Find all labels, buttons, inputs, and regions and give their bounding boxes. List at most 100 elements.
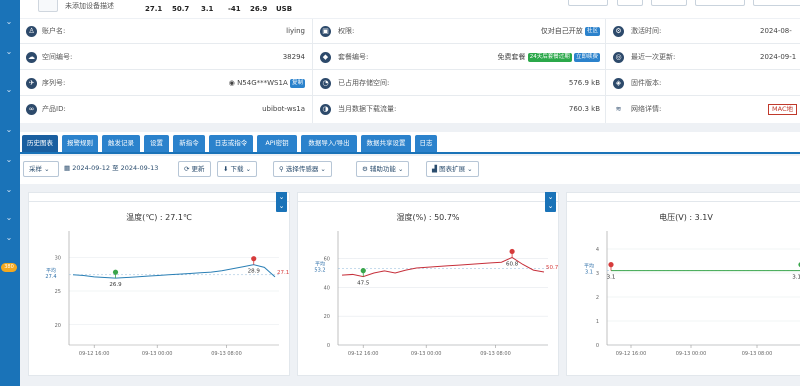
y-tick-label: 4 xyxy=(596,247,599,253)
info-value: 2024-09-1 xyxy=(760,53,797,61)
info-label: 空间编号: xyxy=(42,53,73,61)
stat-probe: 26.9 xyxy=(250,5,268,13)
chart-card-voltage: 电压(V) : 3.1V 0 1 2 3 4 09-12 16:00 09-13 00:00… xyxy=(566,196,800,376)
user-icon: ♙ xyxy=(26,26,37,37)
x-tick-label: 09-12 16:00 xyxy=(616,351,647,357)
header-button[interactable] xyxy=(651,0,687,6)
calendar-icon: ▦ xyxy=(64,164,71,172)
device-info-panel: ♙ 账户名: liying ▣ 权限: 仅对自己开放 社区 ⚙ 激活时间: 20… xyxy=(20,19,800,123)
min-marker xyxy=(360,268,366,274)
info-label: 已占用存储空间: xyxy=(338,79,390,87)
copy-button[interactable]: 复制 xyxy=(289,78,305,88)
info-value: liying xyxy=(286,27,305,35)
chevron-down-icon[interactable]: ⌄ xyxy=(5,186,13,194)
tab-history-chart[interactable]: 历史图表 xyxy=(22,135,58,152)
tab-log-command[interactable]: 日志或指令 xyxy=(209,135,253,152)
info-value: 576.9 kB xyxy=(568,79,600,87)
sample-dropdown[interactable]: 采样 ⌄ xyxy=(23,161,59,177)
x-tick-label: 09-13 08:00 xyxy=(480,351,511,357)
chart-icon: ▟ xyxy=(432,165,437,173)
stat-power: USB xyxy=(276,5,293,13)
tab-api-key[interactable]: API密钥 xyxy=(257,135,297,152)
chart-toolbar: 采样 ⌄ ▦ 2024-09-12 至 2024-09-13 ⟳ 更新 ⬇ 下载… xyxy=(20,156,800,184)
y-tick-label: 3 xyxy=(596,271,599,277)
chevron-down-icon: ⌄ xyxy=(467,165,473,173)
x-tick-label: 09-13 00:00 xyxy=(142,351,173,357)
header-button[interactable] xyxy=(617,0,643,6)
chart-menu-button[interactable]: ⌄ xyxy=(276,192,287,203)
chevron-down-icon[interactable]: ⌄ xyxy=(5,156,13,164)
chevron-down-icon: ⌄ xyxy=(320,165,326,173)
max-value-label: 60.8 xyxy=(506,261,519,267)
refresh-icon: ⟳ xyxy=(184,165,190,173)
max-marker xyxy=(509,248,515,255)
community-tag[interactable]: 社区 xyxy=(584,26,600,36)
info-label: 网络详情: xyxy=(631,105,662,113)
chart-plot: 0 1 2 3 4 09-12 16:00 09-13 00:00 09-13 08:00 平均… xyxy=(584,231,800,357)
globe-icon: ◎ xyxy=(613,52,624,63)
info-label: 固件版本: xyxy=(631,79,662,87)
tab-bar: 历史图表 报警规则 触发记录 设置 新指令 日志或指令 API密钥 数据导入/导… xyxy=(20,132,800,154)
tab-alert-rules[interactable]: 报警规则 xyxy=(62,135,98,152)
average-label: 平均 xyxy=(315,260,325,267)
tab-new-command[interactable]: 新指令 xyxy=(173,135,205,152)
tab-trigger-log[interactable]: 触发记录 xyxy=(102,135,140,152)
tab-settings[interactable]: 设置 xyxy=(144,135,169,152)
download-button[interactable]: ⬇ 下载 ⌄ xyxy=(217,161,258,177)
y-tick-label: 40 xyxy=(324,285,330,291)
mac-address-button[interactable]: MAC地 xyxy=(768,104,797,115)
x-tick-label: 09-13 08:00 xyxy=(742,351,773,357)
chevron-down-icon[interactable]: ⌄ xyxy=(5,18,13,26)
tab-logs[interactable]: 日志 xyxy=(415,135,437,152)
wifi-icon: ≋ xyxy=(615,105,622,113)
average-label: 平均 xyxy=(584,263,594,270)
refresh-button[interactable]: ⟳ 更新 xyxy=(178,161,211,177)
info-value: ubibot-ws1a xyxy=(262,105,305,113)
chevron-down-icon: ⌄ xyxy=(44,165,50,173)
chart-plot: 20 25 30 09-12 16:00 09-13 00:00 09-13 08:00 平… xyxy=(45,231,289,357)
select-sensor-button[interactable]: ⚲ 选择传感器 ⌄ xyxy=(273,161,332,177)
device-description: 未添加设备描述 xyxy=(65,2,114,10)
stat-voltage: 3.1 xyxy=(201,5,214,13)
info-label: 当月数据下载流量: xyxy=(338,105,397,113)
chart-grid: 温度(℃) : 27.1℃ ⌄ 20 25 30 09-12 16:00 09-13 0… xyxy=(20,186,800,386)
eye-icon[interactable]: ◉ xyxy=(229,79,235,87)
stat-temperature: 27.1 xyxy=(145,5,163,13)
info-value: 仅对自己开放 社区 xyxy=(540,26,600,36)
max-marker xyxy=(251,256,257,262)
chevron-down-icon[interactable]: ⌄ xyxy=(5,86,13,94)
chevron-down-icon[interactable]: ⌄ xyxy=(5,214,13,222)
aux-function-button[interactable]: ⚙ 辅助功能 ⌄ xyxy=(356,161,410,177)
chart-menu-button[interactable]: ⌄ xyxy=(545,192,556,203)
download-icon: ⬇ xyxy=(223,165,229,173)
date-range-picker[interactable]: ▦ 2024-09-12 至 2024-09-13 xyxy=(64,161,159,177)
info-label: 产品ID: xyxy=(42,105,66,113)
x-tick-label: 09-12 16:00 xyxy=(79,351,110,357)
stat-signal: -41 xyxy=(228,5,241,13)
device-image xyxy=(38,0,58,12)
header-button[interactable] xyxy=(568,0,608,6)
chevron-down-icon[interactable]: ⌄ xyxy=(5,234,13,242)
header-button[interactable] xyxy=(753,0,800,6)
chevron-down-icon: ⌄ xyxy=(245,165,252,173)
renew-button[interactable]: 立即续费 xyxy=(573,52,600,62)
max-marker xyxy=(608,262,614,268)
average-value: 3.1 xyxy=(585,270,593,276)
chevron-down-icon[interactable]: ⌄ xyxy=(5,126,13,134)
last-value-label: 3.1 xyxy=(792,275,800,281)
y-tick-label: 30 xyxy=(55,255,61,261)
x-tick-label: 09-13 00:00 xyxy=(411,351,442,357)
tab-data-sharing[interactable]: 数据共享设置 xyxy=(361,135,411,152)
max-value-label: 3.1 xyxy=(607,275,616,281)
chart-card-humidity: 湿度(%) : 50.7% ⌄ 0 20 40 60 09-12 16:00 09-13 … xyxy=(297,196,559,376)
tab-data-import-export[interactable]: 数据导入/导出 xyxy=(301,135,357,152)
header-button[interactable] xyxy=(695,0,745,6)
max-value-label: 28.9 xyxy=(248,269,261,275)
chevron-down-icon[interactable]: ⌄ xyxy=(5,48,13,56)
notification-badge[interactable]: 380 xyxy=(1,263,17,272)
chart-extension-button[interactable]: ▟ 图表扩展 ⌄ xyxy=(426,161,479,177)
sensor-icon: ⚲ xyxy=(279,165,284,173)
average-value: 27.4 xyxy=(45,274,56,280)
y-tick-label: 1 xyxy=(596,319,599,325)
min-value-label: 26.9 xyxy=(109,282,122,288)
